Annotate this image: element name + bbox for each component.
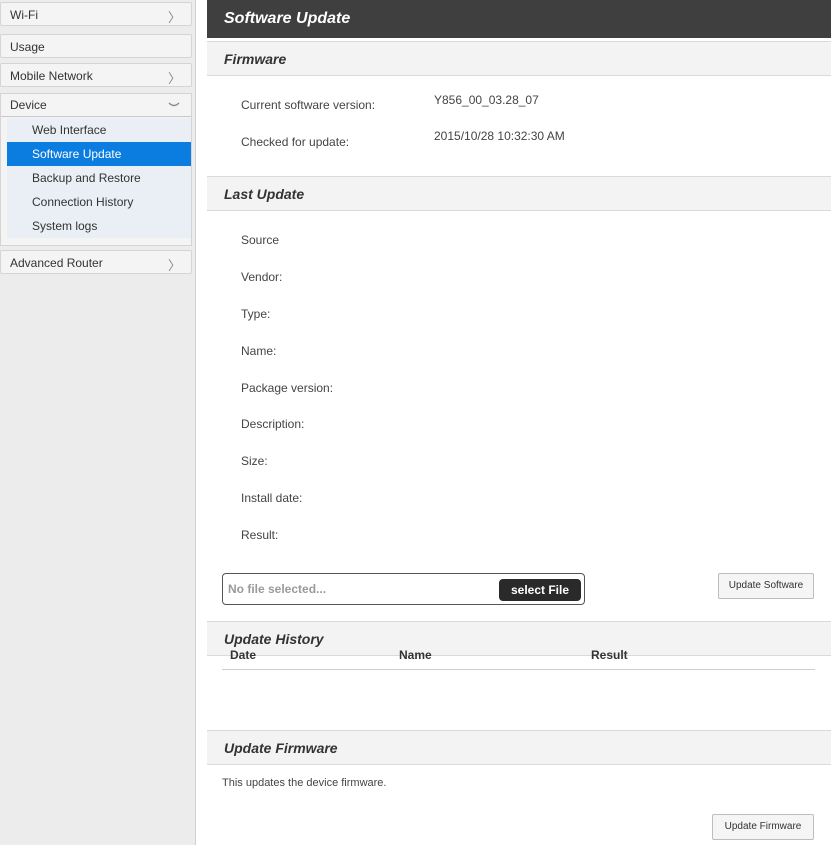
section-title: Last Update — [224, 186, 305, 202]
sidebar-item-device[interactable]: Device — [1, 94, 191, 117]
sidebar-item-usage[interactable]: Usage — [0, 34, 192, 58]
device-submenu: Web Interface Software Update Backup and… — [7, 118, 191, 238]
sidebar-item-system-logs[interactable]: System logs — [7, 214, 191, 238]
section-header-update-history: Update History — [207, 621, 831, 656]
section-header-update-firmware: Update Firmware — [207, 730, 831, 765]
file-picker[interactable]: No file selected... select File — [222, 573, 585, 605]
sidebar-item-label: Wi-Fi — [10, 8, 38, 22]
sidebar-item-label: Mobile Network — [10, 69, 93, 83]
app-root: Wi-Fi 〉 Usage Mobile Network 〉 Device We… — [0, 0, 831, 845]
current-version-label: Current software version: — [241, 98, 376, 112]
section-title: Update Firmware — [224, 740, 338, 756]
chevron-right-icon: 〉 — [167, 258, 181, 273]
page-header: Software Update — [207, 0, 831, 38]
chevron-right-icon: 〉 — [167, 10, 181, 25]
file-placeholder-text: No file selected... — [228, 582, 327, 596]
sidebar-item-software-update[interactable]: Software Update — [7, 142, 191, 166]
section-title: Firmware — [224, 51, 287, 67]
checked-update-label: Checked for update: — [241, 135, 350, 149]
field-description-label: Description: — [241, 417, 305, 431]
page-title: Software Update — [224, 10, 351, 27]
sidebar-group-device: Device Web Interface Software Update Bac… — [0, 93, 192, 246]
update-firmware-button[interactable]: Update Firmware — [712, 814, 814, 840]
field-source-label: Source — [241, 233, 280, 247]
field-package-version-label: Package version: — [241, 381, 334, 395]
sidebar-item-connection-history[interactable]: Connection History — [7, 190, 191, 214]
table-divider — [222, 669, 815, 670]
update-software-button[interactable]: Update Software — [718, 573, 814, 599]
sidebar-item-wifi[interactable]: Wi-Fi 〉 — [0, 2, 192, 26]
field-vendor-label: Vendor: — [241, 270, 283, 284]
sidebar: Wi-Fi 〉 Usage Mobile Network 〉 Device We… — [0, 0, 196, 845]
main-content: Software Update Firmware Current softwar… — [207, 0, 831, 845]
field-install-date-label: Install date: — [241, 491, 303, 505]
sidebar-item-label: Advanced Router — [10, 256, 103, 270]
field-size-label: Size: — [241, 454, 268, 468]
sidebar-item-label: Usage — [10, 40, 45, 54]
section-header-firmware: Firmware — [207, 41, 831, 76]
current-version-value: Y856_00_03.28_07 — [434, 93, 539, 107]
sidebar-item-mobile-network[interactable]: Mobile Network 〉 — [0, 63, 192, 87]
sidebar-item-backup-and-restore[interactable]: Backup and Restore — [7, 166, 191, 190]
field-name-label: Name: — [241, 344, 277, 358]
chevron-down-icon — [168, 102, 180, 107]
sidebar-item-label: Device — [10, 98, 47, 112]
update-firmware-description: This updates the device firmware. — [222, 777, 387, 789]
section-header-last-update: Last Update — [207, 176, 831, 211]
field-type-label: Type: — [241, 307, 271, 321]
column-header-result: Result — [591, 648, 628, 662]
sidebar-item-advanced-router[interactable]: Advanced Router 〉 — [0, 250, 192, 274]
field-result-label: Result: — [241, 528, 279, 542]
chevron-right-icon: 〉 — [167, 71, 181, 86]
sidebar-item-web-interface[interactable]: Web Interface — [7, 118, 191, 142]
column-header-date: Date — [230, 648, 257, 662]
section-title: Update History — [224, 631, 324, 647]
checked-update-value: 2015/10/28 10:32:30 AM — [434, 129, 565, 143]
select-file-button[interactable]: select File — [499, 579, 581, 601]
column-header-name: Name — [399, 648, 432, 662]
